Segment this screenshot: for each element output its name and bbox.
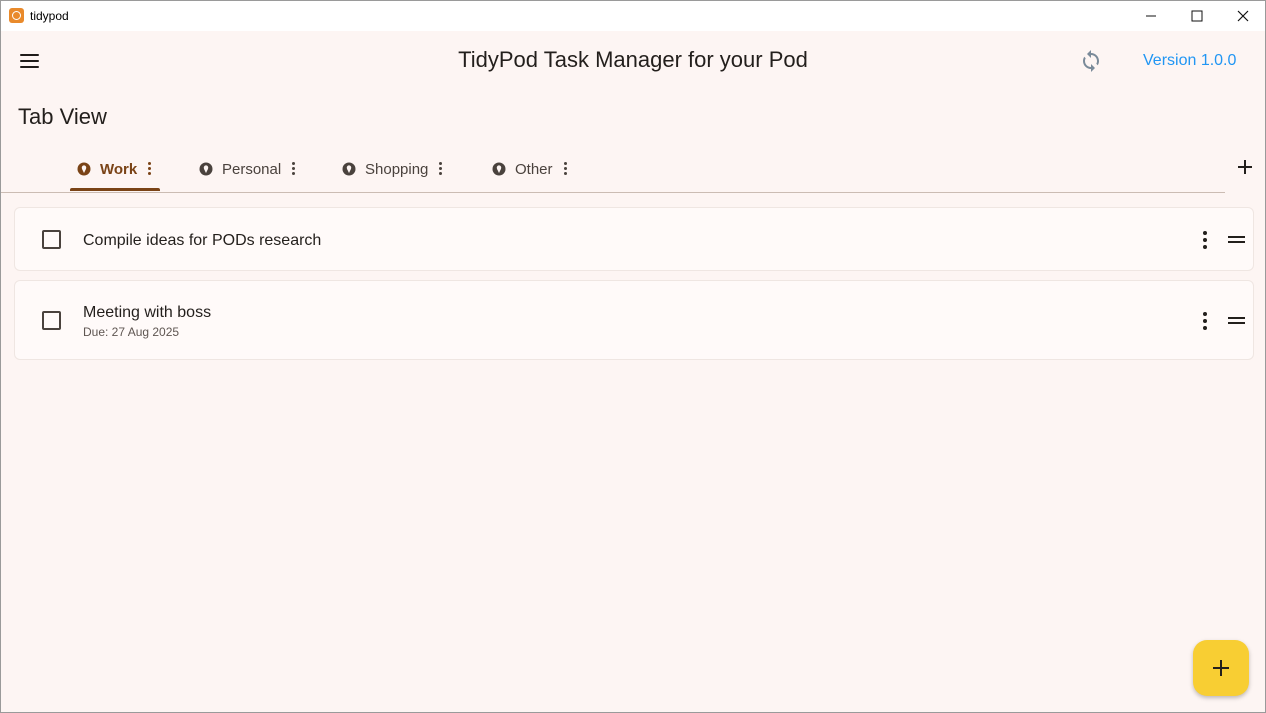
tab-other[interactable]: Other: [492, 146, 569, 192]
version-link[interactable]: Version 1.0.0: [1143, 52, 1236, 70]
more-vert-icon[interactable]: [1203, 312, 1209, 330]
tidypod-logo-icon: [9, 8, 24, 23]
tab-more-icon[interactable]: [291, 162, 297, 176]
task-card[interactable]: Compile ideas for PODs research: [14, 207, 1254, 271]
maximize-button[interactable]: [1174, 1, 1220, 31]
task-title: Meeting with boss: [83, 304, 212, 321]
window-titlebar[interactable]: tidypod: [1, 1, 1265, 31]
task-checkbox[interactable]: [42, 311, 61, 330]
tab-label: Other: [515, 160, 553, 178]
task-card[interactable]: Meeting with boss Due: 27 Aug 2025: [14, 280, 1254, 360]
add-tab-icon[interactable]: [1236, 158, 1254, 176]
tab-work[interactable]: Work: [77, 146, 153, 192]
app-window: tidypod TidyPod Task Manager for your Po…: [0, 0, 1266, 713]
close-button[interactable]: [1220, 1, 1265, 31]
maximize-icon: [1191, 10, 1203, 22]
task-checkbox[interactable]: [42, 230, 61, 249]
tab-label: Work: [100, 160, 138, 178]
location-pin-icon: [77, 162, 91, 176]
location-pin-icon: [492, 162, 506, 176]
minimize-icon: [1146, 15, 1156, 17]
tab-shopping[interactable]: Shopping: [342, 146, 444, 192]
tab-more-icon[interactable]: [438, 162, 444, 176]
tab-bar: Work Personal Shopping Other: [1, 146, 1225, 193]
active-tab-indicator: [70, 188, 160, 191]
tab-personal[interactable]: Personal: [199, 146, 297, 192]
location-pin-icon: [199, 162, 213, 176]
location-pin-icon: [342, 162, 356, 176]
add-task-button[interactable]: [1193, 640, 1249, 696]
drag-handle-icon[interactable]: [1228, 317, 1246, 325]
window-title: tidypod: [30, 9, 69, 23]
tab-more-icon[interactable]: [563, 162, 569, 176]
close-icon: [1237, 10, 1249, 22]
add-icon: [1213, 660, 1229, 676]
tab-more-icon[interactable]: [147, 162, 153, 176]
task-title: Compile ideas for PODs research: [83, 232, 322, 249]
drag-handle-icon[interactable]: [1228, 236, 1246, 244]
sync-icon[interactable]: [1079, 49, 1103, 73]
task-due-date: Due: 27 Aug 2025: [83, 325, 180, 339]
tab-label: Shopping: [365, 160, 429, 178]
minimize-button[interactable]: [1128, 1, 1174, 31]
app-title: TidyPod Task Manager for your Pod: [458, 47, 808, 72]
tab-label: Personal: [222, 160, 282, 178]
section-title: Tab View: [18, 104, 107, 129]
more-vert-icon[interactable]: [1203, 231, 1209, 249]
